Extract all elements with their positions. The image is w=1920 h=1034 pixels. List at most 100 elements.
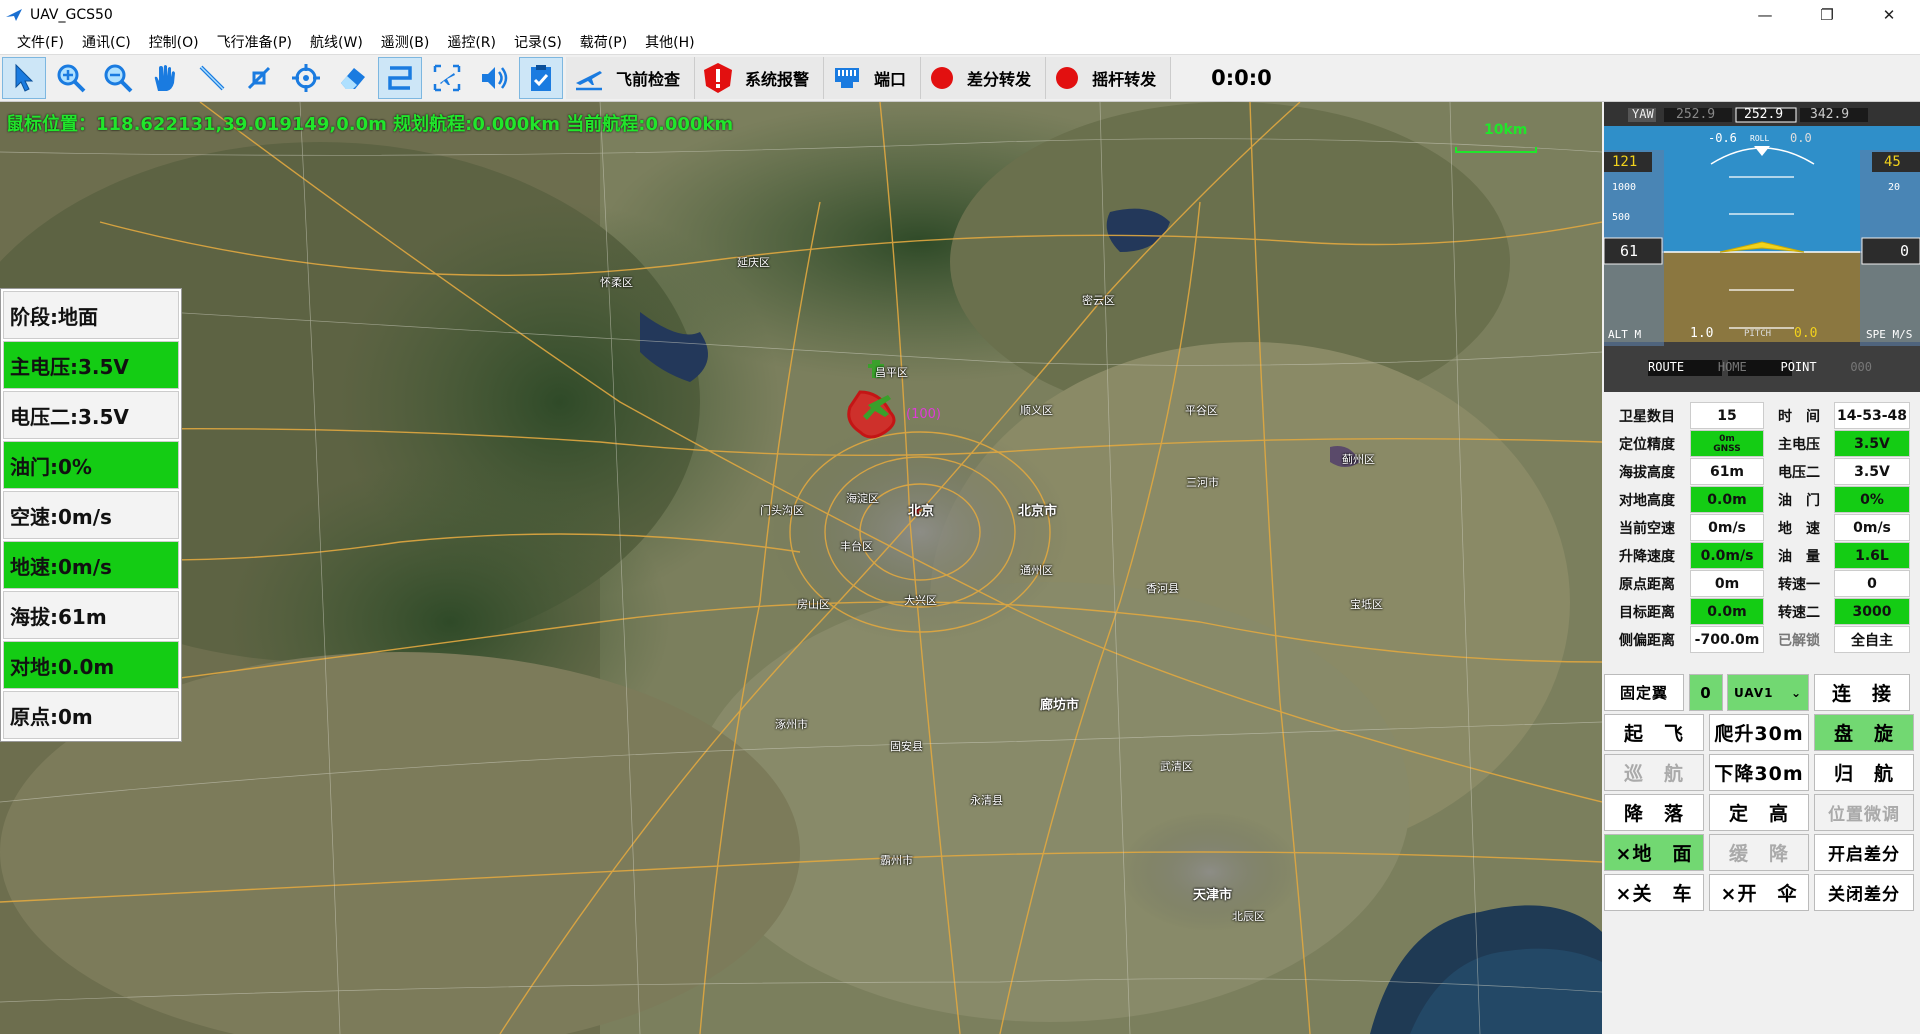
chevron-down-icon: ⌄ [1790, 685, 1802, 700]
close-button[interactable]: ✕ [1858, 0, 1920, 30]
map-label: 顺义区 [1020, 404, 1053, 417]
system-alarm-button[interactable]: 系统报警 [695, 57, 825, 99]
telemetry-label: 定位精度 [1619, 436, 1675, 453]
land-button[interactable]: 降 落 [1604, 794, 1704, 831]
telemetry-label: 当前空速 [1619, 520, 1675, 537]
ground-button[interactable]: ×地 面 [1604, 834, 1704, 871]
flight-status-panel: 阶段:地面 主电压:3.5V 电压二:3.5V 油门:0% 空速:0m/s 地速… [0, 288, 182, 742]
preflight-check-button[interactable]: 飞前检查 [566, 57, 696, 99]
route-icon [388, 66, 412, 90]
fixed-wing-button[interactable]: 固定翼 [1604, 674, 1684, 711]
status-phase: 阶段:地面 [3, 291, 179, 339]
record-dot-icon [1056, 67, 1079, 89]
status-groundspeed: 地速:0m/s [3, 541, 179, 589]
pan-button[interactable] [143, 57, 187, 99]
plane-fit-icon [433, 64, 461, 92]
alt-tick: 1000 [1612, 182, 1637, 193]
menu-route[interactable]: 航线(W) [301, 32, 372, 52]
zoom-out-icon [104, 64, 133, 93]
status-main-voltage: 主电压:3.5V [3, 341, 179, 389]
return-home-button[interactable]: 归 航 [1814, 754, 1914, 791]
measure-button[interactable] [190, 57, 234, 99]
port-button[interactable]: 端口 [824, 57, 922, 99]
locate-button[interactable] [284, 57, 328, 99]
telemetry-row: 卫星数目 15 时 间 14-53-48 [1604, 402, 1920, 429]
menu-file[interactable]: 文件(F) [8, 32, 73, 52]
fit-view-button[interactable] [425, 57, 469, 99]
pointer-icon [15, 63, 34, 92]
takeoff-button[interactable]: 起 飞 [1604, 714, 1704, 751]
open-parachute-button[interactable]: ×开 伞 [1709, 874, 1809, 911]
zoom-in-button[interactable] [49, 57, 93, 99]
position-fine-tune-button[interactable]: 位置微调 [1814, 794, 1914, 831]
erase-button[interactable] [331, 57, 375, 99]
point-tool-button[interactable] [237, 57, 281, 99]
satellite-map-image: (100) ★ [0, 102, 1602, 1034]
menu-other[interactable]: 其他(H) [636, 32, 703, 52]
telemetry-value: 3000 [1834, 598, 1910, 625]
crop-icon [247, 66, 271, 90]
cruise-button[interactable]: 巡 航 [1604, 754, 1704, 791]
map-label: 三河市 [1186, 476, 1219, 489]
map-label: 密云区 [1082, 294, 1115, 307]
toolbar: 飞前检查 系统报警 端口 差分转发 摇杆转发 0:0:0 [0, 55, 1920, 102]
telemetry-value: 0.0m [1690, 486, 1764, 513]
telemetry-value: -700.0m [1690, 626, 1764, 653]
status-agl: 对地:0.0m [3, 641, 179, 689]
telemetry-label: 油 量 [1778, 548, 1820, 565]
pointer-tool-button[interactable] [2, 57, 46, 99]
descend-30m-button[interactable]: 下降30m [1709, 754, 1809, 791]
circle-button[interactable]: 盘 旋 [1814, 714, 1914, 751]
diff-forward-button[interactable]: 差分转发 [921, 57, 1047, 99]
map-label: 北京市 [1018, 504, 1058, 519]
engine-off-button[interactable]: ×关 车 [1604, 874, 1704, 911]
menu-remote[interactable]: 遥控(R) [438, 32, 505, 52]
map-label: 丰台区 [840, 540, 873, 553]
telemetry-row: 目标距离 0.0m 转速二 3000 [1604, 598, 1920, 625]
roll-right-value: 0.0 [1790, 131, 1812, 145]
crosshair-icon [292, 64, 320, 92]
map-scale-label: 10km [1484, 122, 1528, 138]
open-diff-button[interactable]: 开启差分 [1814, 834, 1914, 871]
telemetry-value: 3.5V [1834, 458, 1910, 485]
map-label: 大兴区 [904, 594, 937, 607]
menu-record[interactable]: 记录(S) [505, 32, 571, 52]
telemetry-value: 14-53-48 [1834, 402, 1910, 429]
slow-descend-button[interactable]: 缓 降 [1709, 834, 1809, 871]
telemetry-label: 时 间 [1778, 408, 1820, 425]
telemetry-value: 3.5V [1834, 430, 1910, 457]
speaker-icon [482, 67, 508, 89]
telemetry-value: 0% [1834, 486, 1910, 513]
eraser-icon [341, 68, 365, 89]
connect-button[interactable]: 连 接 [1814, 674, 1910, 711]
telemetry-label: 侧偏距离 [1619, 632, 1675, 649]
menu-payload[interactable]: 载荷(P) [571, 32, 636, 52]
stick-forward-button[interactable]: 摇杆转发 [1046, 57, 1172, 99]
diff-forward-label: 差分转发 [967, 70, 1032, 89]
map-label: 蓟州区 [1342, 453, 1375, 466]
telemetry-label: 对地高度 [1619, 492, 1675, 509]
menu-telemetry[interactable]: 遥测(B) [372, 32, 439, 52]
minimize-button[interactable]: — [1734, 0, 1796, 30]
mode-home: HOME [1717, 360, 1747, 374]
hold-altitude-button[interactable]: 定 高 [1709, 794, 1809, 831]
telemetry-label: 油 门 [1778, 492, 1820, 509]
climb-30m-button[interactable]: 爬升30m [1709, 714, 1809, 751]
telemetry-label: 地 速 [1778, 520, 1820, 537]
maximize-button[interactable]: ❐ [1796, 0, 1858, 30]
map-view[interactable]: (100) ★ 鼠标位置：118.622131,39.019149,0.0m 规… [0, 102, 1602, 1034]
uav-select-dropdown[interactable]: UAV1 ⌄ [1727, 674, 1809, 711]
zoom-out-button[interactable] [96, 57, 140, 99]
close-diff-button[interactable]: 关闭差分 [1814, 874, 1914, 911]
map-label: 霸州市 [880, 854, 913, 867]
telemetry-row: 侧偏距离 -700.0m 已解锁 全自主 [1604, 626, 1920, 653]
control-row: 起 飞 爬升30m 盘 旋 [1604, 714, 1920, 751]
menu-flight-prep[interactable]: 飞行准备(P) [208, 32, 301, 52]
checklist-button[interactable] [519, 57, 563, 99]
status-origin: 原点:0m [3, 691, 179, 739]
route-tool-button[interactable] [378, 57, 422, 99]
port-label: 端口 [874, 70, 907, 89]
menu-comm[interactable]: 通讯(C) [73, 32, 140, 52]
sound-button[interactable] [472, 57, 516, 99]
menu-control[interactable]: 控制(O) [140, 32, 208, 52]
